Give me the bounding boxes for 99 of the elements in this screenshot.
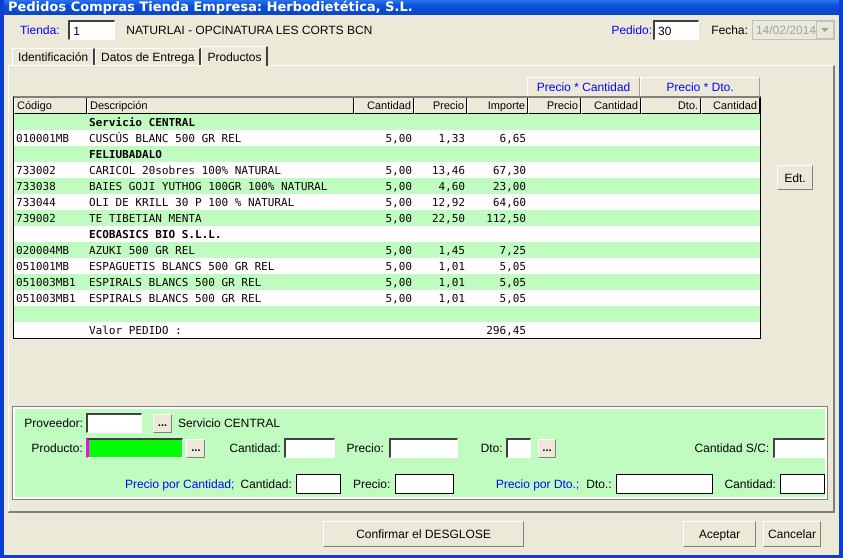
supplier-name: Servicio CENTRAL — [178, 416, 280, 430]
section-label: Precio por Cantidad; — [125, 477, 234, 491]
table-cell-text: 1,01 — [438, 290, 466, 306]
table-cell-text: 23,00 — [492, 178, 527, 194]
table-cell-text: 5,00 — [384, 130, 413, 146]
table-cell-text: 5,05 — [498, 258, 527, 274]
table-cell-text: 1,33 — [438, 130, 466, 146]
browse-button[interactable]: ... — [538, 438, 556, 458]
table-cell-text: 739002 — [15, 210, 57, 226]
table-cell-text: 5,00 — [384, 210, 413, 226]
field-label: Fecha: — [711, 23, 748, 37]
table-cell-text: 051001MB — [15, 258, 70, 274]
field-label: Cantidad S/C: — [694, 441, 770, 455]
column-header[interactable]: Cantidad — [701, 98, 760, 114]
dto-field[interactable] — [616, 474, 714, 494]
field-label: Precio: — [346, 441, 384, 455]
field-label: Precio: — [352, 477, 390, 491]
table-cell-text: 051003MB1 — [15, 290, 77, 306]
table-cell-text: 12,92 — [430, 194, 466, 210]
producto-field[interactable] — [86, 438, 184, 458]
table-cell-text: 5,00 — [384, 274, 413, 290]
table-cell-text: CUSCÚS BLANC 500 GR REL — [88, 130, 242, 146]
cantidad-field[interactable] — [780, 474, 825, 494]
column-header[interactable]: Descripción — [87, 98, 354, 114]
table-cell-text: 64,60 — [492, 194, 527, 210]
field-label: Cantidad: — [240, 477, 292, 491]
table-cell-text: 6,65 — [498, 130, 527, 146]
section-label: Precio por Dto.; — [496, 477, 580, 491]
table-cell-text: AZUKI 500 GR REL — [88, 242, 196, 258]
table-cell-text: ESPIRALS BLANCS 500 GR REL — [88, 290, 262, 306]
table-cell-text: 020004MB — [15, 242, 70, 258]
table-cell-text: 733044 — [15, 194, 57, 210]
table-cell-text: 5,00 — [384, 162, 413, 178]
window-title: Pedidos Compras Tienda Empresa: Herbodietética, S.L. — [8, 0, 413, 15]
table-cell-text: 1,45 — [438, 242, 466, 258]
cantidad-sc-field[interactable] — [773, 438, 826, 458]
proveedor-field[interactable] — [86, 413, 142, 433]
total-label: Valor PEDIDO : — [88, 322, 183, 338]
browse-button[interactable]: ... — [186, 438, 206, 458]
tab[interactable]: Productos — [201, 46, 268, 66]
table-cell-text: 4,60 — [438, 178, 466, 194]
field-label: Dto: — [480, 441, 503, 455]
table-cell-text: TE TIBETIAN MENTA — [88, 210, 203, 226]
supplier-heading: Servicio CENTRAL — [88, 114, 196, 130]
table-cell-text: 5,00 — [384, 194, 413, 210]
field-label: Cantidad: — [724, 477, 776, 491]
table-cell-text: 5,05 — [498, 290, 527, 306]
tab[interactable]: Identificación — [12, 48, 96, 65]
field-label: Cantidad: — [229, 441, 281, 455]
table-cell-text: 22,50 — [430, 210, 466, 226]
table-cell-text: 5,00 — [384, 242, 413, 258]
supplier-heading: ECOBASICS BIO S.L.L. — [88, 226, 222, 242]
table-cell-text: CARICOL 20sobres 100% NATURAL — [88, 162, 282, 178]
column-header[interactable]: Código — [14, 98, 87, 114]
table-cell-text: BAIES GOJI YUTHOG 100GR 100% NATURAL — [88, 178, 328, 194]
table-cell-text: 5,00 — [384, 178, 413, 194]
field-label: Dto.: — [586, 477, 612, 491]
table-cell-text: 733002 — [15, 162, 57, 178]
tab[interactable]: Datos de Entrega — [95, 48, 202, 65]
table-cell-text: 7,25 — [498, 242, 527, 258]
table-cell-text: 733038 — [15, 178, 57, 194]
table-cell-text: 5,00 — [384, 290, 413, 306]
table-cell-text: ESPIRALS BLANCS 500 GR REL — [88, 274, 262, 290]
table-cell-text: ESPAGUETIS BLANCS 500 GR REL — [88, 258, 276, 274]
table-cell-text: 13,46 — [430, 162, 466, 178]
table-cell-text: 010001MB — [15, 130, 70, 146]
cantidad-field[interactable] — [296, 474, 341, 494]
precio-field[interactable] — [388, 438, 458, 458]
table-cell-text: 5,05 — [498, 274, 527, 290]
column-header[interactable]: Importe — [467, 98, 528, 114]
column-header[interactable]: Precio — [414, 98, 467, 114]
table-cell-text: 112,50 — [485, 210, 527, 226]
edit-button[interactable]: Edt. — [777, 165, 813, 190]
store-name: NATURLAI - OPCINATURA LES CORTS BCN — [126, 23, 372, 37]
table-cell-text: 5,00 — [384, 258, 413, 274]
pedido-field[interactable]: 30 — [653, 20, 700, 40]
dto-field[interactable] — [506, 438, 531, 458]
column-header[interactable]: Dto. — [641, 98, 701, 114]
cantidad-field[interactable] — [284, 438, 334, 458]
field-label: Tienda: — [20, 23, 61, 37]
field-label: Pedido: — [611, 23, 652, 37]
cancel-button[interactable]: Cancelar — [763, 521, 821, 547]
tienda-field[interactable]: 1 — [68, 20, 116, 40]
column-header[interactable]: Cantidad — [354, 98, 414, 114]
table-cell-text: 051003MB1 — [15, 274, 77, 290]
field-label: Producto: — [30, 441, 83, 455]
field-label: Proveedor: — [23, 416, 83, 430]
table-cell-text: OLI DE KRILL 30 P 100 % NATURAL — [88, 194, 296, 210]
supplier-heading: FELIUBADALO — [88, 146, 163, 162]
confirm-button[interactable]: Confirmar el DESGLOSE — [323, 521, 524, 547]
accept-button[interactable]: Aceptar — [683, 521, 756, 547]
table-cell-text: 1,01 — [438, 274, 466, 290]
table-cell-text: 1,01 — [438, 258, 466, 274]
column-header[interactable]: Precio — [528, 98, 581, 114]
total-value: 296,45 — [485, 322, 527, 338]
column-header[interactable]: Cantidad — [581, 98, 641, 114]
browse-button[interactable]: ... — [153, 414, 172, 432]
table-cell-text: 67,30 — [492, 162, 527, 178]
precio-field[interactable] — [395, 474, 454, 494]
